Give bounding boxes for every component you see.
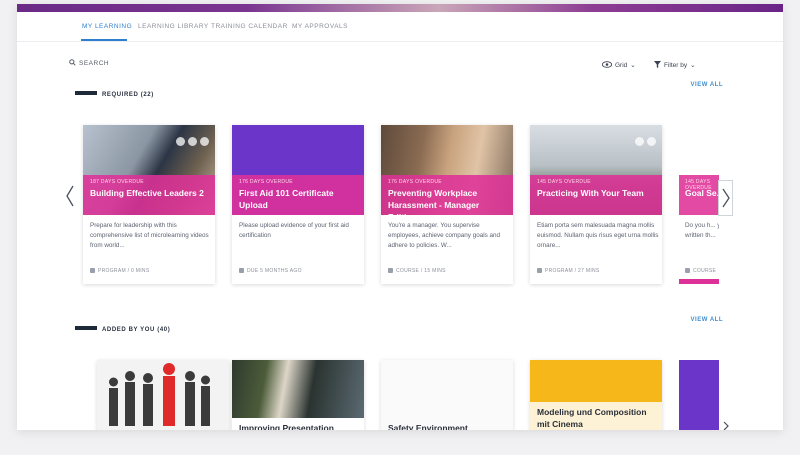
- overdue-label: 145 DAYS OVERDUE: [537, 179, 591, 185]
- card-meta: COURSE / 15 MINS: [388, 268, 446, 274]
- card-title: Safety Environment: [388, 423, 468, 430]
- search-icon: [69, 59, 76, 66]
- card-description: Please upload evidence of your first aid…: [239, 222, 349, 239]
- chevron-left-icon: [66, 185, 74, 207]
- carousel-next-button-added[interactable]: [723, 418, 729, 430]
- overdue-label: 187 DAYS OVERDUE: [90, 179, 144, 185]
- business-people-illustration: [109, 363, 210, 426]
- card-meta-text: DUE 5 MONTHS AGO: [247, 268, 302, 274]
- heart-icon[interactable]: [188, 137, 197, 146]
- course-icon: [685, 268, 690, 273]
- bookmark-icon[interactable]: [635, 137, 644, 146]
- card-meta-text: PROGRAM / 27 MINS: [545, 268, 600, 274]
- card-description: Prepare for leadership with this compreh…: [90, 222, 209, 249]
- card-title: First Aid 101 Certificate Upload: [239, 188, 334, 210]
- section-added-label: ADDED BY YOU (40): [102, 327, 171, 333]
- chevron-right-icon: [723, 421, 729, 430]
- course-card[interactable]: [97, 360, 229, 430]
- section-required-heading: REQUIRED (22): [75, 91, 154, 98]
- card-meta: COURSE: [685, 268, 716, 274]
- tab-bar: MY LEARNING LEARNING LIBRARY TRAINING CA…: [17, 12, 783, 42]
- section-required-label: REQUIRED (22): [102, 92, 154, 98]
- card-title: Building Effective Leaders 2: [90, 188, 204, 198]
- grid-label: Grid: [615, 62, 628, 69]
- card-action-icons: [173, 133, 209, 151]
- grid-view-toggle[interactable]: Grid ⌄: [601, 61, 636, 69]
- card-meta: DUE 5 MONTHS AGO: [239, 268, 302, 274]
- tab-learning-library[interactable]: LEARNING LIBRARY: [138, 23, 209, 30]
- carousel-next-button[interactable]: [718, 180, 733, 216]
- filter-icon: [654, 61, 661, 68]
- course-card[interactable]: Safety Environment: [381, 360, 513, 430]
- progress-bar: [679, 279, 719, 284]
- card-description: Etiam porta sem malesuada magna mollis e…: [537, 222, 659, 249]
- course-card[interactable]: 187 DAYS OVERDUE Building Effective Lead…: [83, 125, 215, 284]
- chevron-down-icon: ⌄: [690, 62, 696, 69]
- carousel-prev-button[interactable]: [65, 185, 75, 212]
- chevron-down-icon: ⌄: [630, 62, 636, 69]
- card-meta-text: COURSE: [693, 268, 717, 274]
- card-meta: PROGRAM / 0 MINS: [90, 268, 149, 274]
- course-card[interactable]: Modeling und Composition mit Cinema: [530, 360, 662, 430]
- card-thumbnail: [97, 360, 229, 430]
- course-icon: [388, 268, 393, 273]
- card-meta-text: COURSE / 15 MINS: [396, 268, 446, 274]
- app-frame: MY LEARNING LEARNING LIBRARY TRAINING CA…: [17, 4, 783, 430]
- card-description: You're a manager. You supervise employee…: [388, 222, 501, 249]
- overdue-label: 176 DAYS OVERDUE: [388, 179, 442, 185]
- card-thumbnail: [381, 360, 513, 430]
- card-description: Do you h... your t... written th...: [685, 222, 719, 239]
- course-card[interactable]: 176 DAYS OVERDUE Preventing Workplace Ha…: [381, 125, 513, 284]
- card-thumbnail: [530, 360, 662, 402]
- view-all-added-link[interactable]: VIEW ALL: [691, 317, 723, 323]
- search-label: SEARCH: [79, 60, 110, 67]
- section-marker: [75, 91, 97, 95]
- top-accent-bar: [17, 4, 783, 12]
- card-action-icons: [632, 133, 656, 151]
- active-tab-indicator: [81, 39, 127, 41]
- course-card-partial[interactable]: 145 DAYS OVERDUE Goal Se... Achiev... Do…: [679, 125, 719, 284]
- card-title: Improving Presentation: [239, 423, 334, 430]
- course-card[interactable]: Improving Presentation: [232, 360, 364, 430]
- course-card[interactable]: 176 DAYS OVERDUE First Aid 101 Certifica…: [232, 125, 364, 284]
- filter-by-dropdown[interactable]: Filter by ⌄: [654, 61, 696, 69]
- bookmark-icon[interactable]: [176, 137, 185, 146]
- card-thumbnail: [232, 360, 364, 418]
- program-icon: [537, 268, 542, 273]
- card-title: Goal Se... Achiev...: [685, 188, 719, 198]
- card-meta-text: PROGRAM / 0 MINS: [98, 268, 150, 274]
- program-icon: [90, 268, 95, 273]
- share-icon[interactable]: [200, 137, 209, 146]
- view-all-required-link[interactable]: VIEW ALL: [691, 82, 723, 88]
- card-title: Practicing With Your Team: [537, 188, 644, 198]
- tab-my-learning[interactable]: MY LEARNING: [82, 23, 132, 30]
- tab-training-calendar[interactable]: TRAINING CALENDAR: [211, 23, 288, 30]
- filter-label: Filter by: [664, 62, 688, 69]
- search-control[interactable]: SEARCH: [69, 59, 109, 67]
- card-title: Modeling und Composition mit Cinema: [537, 407, 647, 429]
- chevron-right-icon: [722, 188, 730, 208]
- course-card-partial[interactable]: [679, 360, 719, 430]
- card-title: Preventing Workplace Harassment - Manage…: [388, 188, 480, 222]
- eye-icon: [601, 61, 613, 68]
- section-marker: [75, 326, 97, 330]
- card-thumbnail: [679, 360, 719, 430]
- share-icon[interactable]: [647, 137, 656, 146]
- tab-my-approvals[interactable]: MY APPROVALS: [292, 23, 348, 30]
- calendar-icon: [239, 268, 244, 273]
- overdue-label: 176 DAYS OVERDUE: [239, 179, 293, 185]
- section-added-heading: ADDED BY YOU (40): [75, 326, 170, 333]
- card-meta: PROGRAM / 27 MINS: [537, 268, 600, 274]
- course-card[interactable]: 145 DAYS OVERDUE Practicing With Your Te…: [530, 125, 662, 284]
